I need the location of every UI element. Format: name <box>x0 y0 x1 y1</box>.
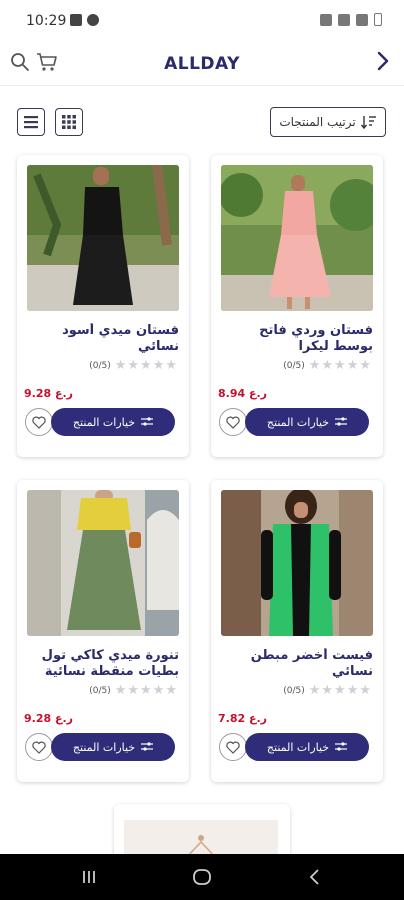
star-icon: ★ <box>114 683 127 698</box>
wishlist-button[interactable] <box>219 733 247 761</box>
options-icon <box>335 742 348 751</box>
product-image <box>221 490 373 636</box>
rating-stars: ★ ★ ★ ★ ★ <box>309 359 371 372</box>
app-notification-icon <box>87 14 99 26</box>
app-header: ALLDAY <box>0 42 404 86</box>
product-title[interactable]: فستان ميدي أسود نسائي <box>27 323 179 359</box>
recent-apps-icon <box>83 871 95 883</box>
product-title[interactable]: فستان وردي فاتح بوسط ليكرا <box>221 323 373 359</box>
star-icon: ★ <box>346 358 359 373</box>
star-icon: ★ <box>165 683 177 698</box>
wishlist-button[interactable] <box>25 733 53 761</box>
system-nav-bar <box>0 854 404 900</box>
product-price: 9.28 ر.ع <box>23 712 73 725</box>
options-icon <box>141 417 154 426</box>
star-icon: ★ <box>321 358 334 373</box>
options-label: خيارات المنتج <box>266 740 330 754</box>
chevron-right-icon <box>377 51 389 71</box>
home-icon <box>193 869 211 885</box>
star-icon: ★ <box>114 358 127 373</box>
product-price: 9.28 ر.ع <box>23 387 73 400</box>
rating-text: (0/5) <box>89 685 111 696</box>
star-icon: ★ <box>165 358 177 373</box>
mute-icon <box>320 13 332 26</box>
wishlist-button[interactable] <box>25 408 53 436</box>
star-icon: ★ <box>308 358 321 373</box>
heart-icon <box>32 416 46 429</box>
star-icon: ★ <box>140 683 152 698</box>
grid-view-button[interactable] <box>55 108 83 136</box>
product-card[interactable]: فستان ميدي أسود نسائي (0/5) ★ ★ ★ ★ ★ 9.28 ر… <box>17 155 189 457</box>
recent-apps-button[interactable] <box>80 868 98 890</box>
product-rating: (0/5) ★ ★ ★ ★ ★ <box>283 359 371 372</box>
rating-stars: ★ ★ ★ ★ ★ <box>115 684 177 697</box>
options-label: خيارات المنتج <box>72 415 136 429</box>
product-card[interactable]: تنورة ميدي كاكي تول بطيات منقطة نسائية (… <box>17 480 189 782</box>
star-icon: ★ <box>346 683 359 698</box>
product-rating: (0/5) ★ ★ ★ ★ ★ <box>89 684 177 697</box>
app-title: ALLDAY <box>164 54 240 74</box>
options-icon <box>335 417 348 426</box>
product-image <box>27 490 179 636</box>
star-icon: ★ <box>140 358 152 373</box>
star-icon: ★ <box>359 358 371 373</box>
product-options-button[interactable]: خيارات المنتج <box>245 733 369 761</box>
product-options-button[interactable]: خيارات المنتج <box>51 733 175 761</box>
product-toolbar: ترتيب المنتجات <box>0 106 404 140</box>
product-image <box>221 165 373 311</box>
product-image <box>27 165 179 311</box>
grid-icon <box>62 115 76 129</box>
star-icon: ★ <box>321 683 334 698</box>
rating-text: (0/5) <box>283 685 305 696</box>
back-nav-button[interactable] <box>308 868 322 890</box>
star-icon: ★ <box>127 358 140 373</box>
options-label: خيارات المنتج <box>72 740 136 754</box>
rating-stars: ★ ★ ★ ★ ★ <box>309 684 371 697</box>
wifi-icon <box>338 13 350 26</box>
wishlist-button[interactable] <box>219 408 247 436</box>
star-icon: ★ <box>152 683 165 698</box>
product-price: 8.94 ر.ع <box>217 387 267 400</box>
product-title[interactable]: فيست أخضر مبطن نسائي <box>221 648 373 684</box>
signal-icon <box>356 13 368 26</box>
options-icon <box>141 742 154 751</box>
star-icon: ★ <box>127 683 140 698</box>
rating-stars: ★ ★ ★ ★ ★ <box>115 359 177 372</box>
heart-icon <box>226 416 240 429</box>
battery-icon <box>374 13 382 26</box>
rating-text: (0/5) <box>283 360 305 371</box>
heart-icon <box>226 741 240 754</box>
notification-icons <box>70 14 99 26</box>
product-rating: (0/5) ★ ★ ★ ★ ★ <box>283 684 371 697</box>
product-card[interactable]: فستان وردي فاتح بوسط ليكرا (0/5) ★ ★ ★ ★ ★ 8… <box>211 155 383 457</box>
product-rating: (0/5) ★ ★ ★ ★ ★ <box>89 359 177 372</box>
list-icon <box>24 116 38 129</box>
product-card[interactable]: فيست أخضر مبطن نسائي (0/5) ★ ★ ★ ★ ★ 7.82 ر.… <box>211 480 383 782</box>
chevron-left-icon <box>309 869 319 885</box>
star-icon: ★ <box>152 358 165 373</box>
product-options-button[interactable]: خيارات المنتج <box>51 408 175 436</box>
star-icon: ★ <box>359 683 371 698</box>
home-button[interactable] <box>192 868 212 890</box>
list-view-button[interactable] <box>17 108 45 136</box>
product-price: 7.82 ر.ع <box>217 712 267 725</box>
heart-icon <box>32 741 46 754</box>
sort-products-button[interactable]: ترتيب المنتجات <box>270 107 386 137</box>
star-icon: ★ <box>334 683 346 698</box>
status-bar: 10:29 <box>0 0 404 42</box>
star-icon: ★ <box>308 683 321 698</box>
gallery-notification-icon <box>70 14 82 26</box>
product-options-button[interactable]: خيارات المنتج <box>245 408 369 436</box>
rating-text: (0/5) <box>89 360 111 371</box>
product-title[interactable]: تنورة ميدي كاكي تول بطيات منقطة نسائية <box>27 648 179 684</box>
system-icons <box>320 13 382 26</box>
sort-label: ترتيب المنتجات <box>279 115 356 129</box>
options-label: خيارات المنتج <box>266 415 330 429</box>
status-time: 10:29 <box>26 13 67 29</box>
star-icon: ★ <box>334 358 346 373</box>
back-button[interactable] <box>376 50 390 76</box>
sort-icon <box>360 116 376 129</box>
